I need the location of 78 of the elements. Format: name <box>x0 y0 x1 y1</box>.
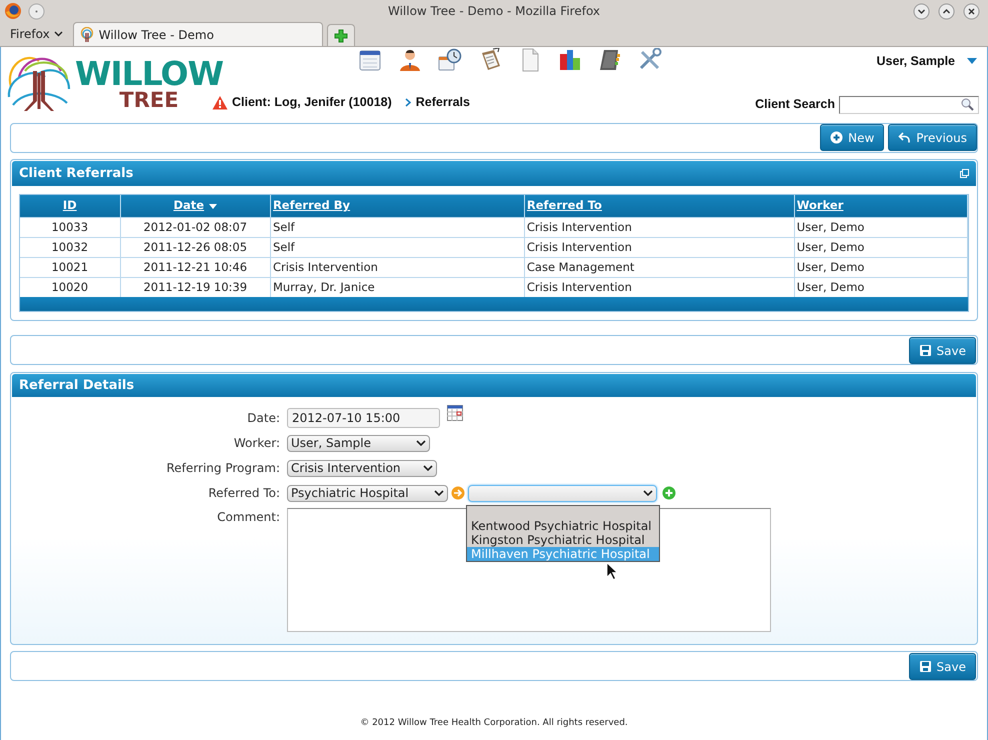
warning-icon <box>212 95 228 110</box>
category-select[interactable]: Psychiatric Hospital <box>287 484 448 502</box>
favicon-icon <box>78 26 95 42</box>
copyright-text: © 2012 Willow Tree Health Corporation. All rights reserved. <box>360 717 628 730</box>
table-cell: User, Demo <box>794 217 968 237</box>
table-cell: User, Demo <box>794 257 968 277</box>
column-header[interactable]: Worker <box>794 195 968 217</box>
logo-text: TREE <box>119 90 179 111</box>
browser-menu-button[interactable]: Firefox <box>4 22 69 46</box>
clock-icon[interactable] <box>438 48 462 72</box>
breadcrumb-item[interactable]: Referrals <box>416 93 470 112</box>
previous-button[interactable]: Previous <box>888 124 977 151</box>
plus-icon <box>830 131 844 144</box>
mouse-cursor-icon <box>606 562 618 580</box>
column-header[interactable]: ID <box>20 195 121 217</box>
back-arrow-icon <box>898 131 912 144</box>
caret-icon <box>643 490 653 496</box>
new-button[interactable]: New <box>820 124 884 151</box>
table-cell: 2011-12-26 08:05 <box>120 237 271 257</box>
user-menu[interactable]: User, Sample <box>876 52 977 71</box>
search-icon <box>961 98 974 112</box>
program-select[interactable]: Crisis Intervention <box>287 460 437 476</box>
caret-icon <box>54 31 63 37</box>
worker-select[interactable]: User, Sample <box>287 434 430 452</box>
panel-title: Referral Details <box>19 376 134 395</box>
search-field[interactable] <box>839 96 979 114</box>
column-header[interactable]: Referred By <box>270 195 525 217</box>
table-cell: Crisis Intervention <box>524 237 795 257</box>
column-header[interactable]: Date <box>120 195 271 217</box>
field-label: Referred To: <box>207 485 281 502</box>
calendar-icon[interactable] <box>447 405 463 421</box>
add-icon[interactable] <box>662 486 676 500</box>
maximize-button[interactable] <box>938 2 955 20</box>
minimize-button[interactable] <box>913 2 930 20</box>
field-label: Worker: <box>232 435 281 452</box>
window-title: Willow Tree - Demo - Mozilla Firefox <box>388 3 600 20</box>
panel-title: Client Referrals <box>19 164 134 183</box>
caret-icon <box>416 440 426 446</box>
column-header[interactable]: Referred To <box>524 195 795 217</box>
table-cell: User, Demo <box>794 237 968 257</box>
table-cell: Self <box>270 237 525 257</box>
close-button[interactable] <box>963 2 980 20</box>
table-cell: Self <box>270 217 525 237</box>
chevron-icon <box>404 98 412 108</box>
save-icon <box>918 344 932 357</box>
save-button[interactable]: Save <box>908 653 976 680</box>
field-label: Date: <box>246 410 281 427</box>
table-cell: Crisis Intervention <box>270 257 525 277</box>
bar-chart-icon[interactable] <box>558 48 582 72</box>
table-cell: Case Management <box>524 257 795 277</box>
table-cell: Crisis Intervention <box>524 217 795 237</box>
save-button[interactable]: Save <box>908 337 976 364</box>
client-link[interactable]: Client: Log, Jenifer (10018) <box>232 93 392 112</box>
table-cell: 10021 <box>20 257 121 277</box>
search-label: Client Search <box>755 96 835 114</box>
calendar-icon[interactable] <box>358 48 382 72</box>
caret-icon <box>967 58 977 64</box>
dropdown-option[interactable]: Kentwood Psychiatric Hospital <box>467 518 659 532</box>
caret-icon <box>423 465 433 471</box>
tools-icon[interactable] <box>638 48 662 72</box>
table-cell: 10032 <box>20 237 121 257</box>
browser-tab[interactable]: Willow Tree - Demo <box>72 22 323 46</box>
save-icon <box>918 660 932 673</box>
dropdown-option[interactable]: Kingston Psychiatric Hospital <box>467 532 659 546</box>
address-book-icon[interactable] <box>598 48 622 72</box>
field-label: Comment: <box>216 509 281 526</box>
new-tab-button[interactable] <box>326 24 355 46</box>
firefox-icon <box>4 2 22 20</box>
caret-icon <box>434 490 444 496</box>
plus-icon <box>334 28 348 42</box>
logo-text: WILLOW <box>75 57 224 90</box>
date-field[interactable]: 2012-07-10 15:00 <box>287 408 440 428</box>
person-icon[interactable] <box>398 48 422 72</box>
field-label: Referring Program: <box>166 460 281 477</box>
table-cell: 2011-12-21 10:46 <box>120 257 271 277</box>
table-cell: 10033 <box>20 217 121 237</box>
restore-icon[interactable] <box>960 169 969 178</box>
table-cell: 2012-01-02 08:07 <box>120 217 271 237</box>
